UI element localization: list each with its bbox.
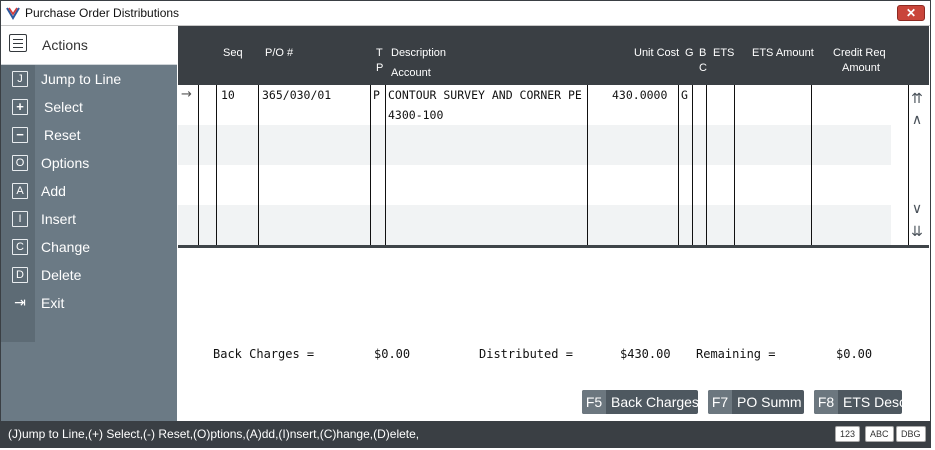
column-header-p: P (376, 62, 384, 74)
letter-i-icon: I (12, 211, 28, 227)
debug-mode-badge[interactable]: DBG (896, 426, 926, 442)
actions-header[interactable]: Actions (1, 26, 177, 65)
f5-back-charges-button[interactable]: F5 Back Charges (582, 390, 699, 414)
grid-row-band (178, 205, 891, 245)
sidebar-item-label: Select (44, 99, 83, 115)
f8-ets-desc-button[interactable]: F8 ETS Desc (814, 390, 906, 414)
window-title: Purchase Order Distributions (25, 6, 180, 20)
sidebar-item-add[interactable]: A Add (1, 178, 177, 206)
column-header-unit-cost: Unit Cost (634, 47, 680, 59)
column-header-credit-req: Credit Req (833, 47, 886, 59)
column-divider (734, 85, 735, 245)
sidebar-item-options[interactable]: O Options (1, 150, 177, 178)
column-divider (678, 85, 679, 245)
sidebar-item-jump-to-line[interactable]: J Jump to Line (1, 66, 177, 94)
column-header-account: Account (391, 67, 431, 79)
sidebar-item-reset[interactable]: − Reset (1, 122, 177, 150)
f7-button-label: PO Summ (737, 394, 802, 410)
f5-button-label: Back Charges (611, 394, 699, 410)
exit-icon: ⇥ (14, 294, 26, 310)
sidebar-item-label: Reset (44, 127, 81, 143)
numeric-mode-badge[interactable]: 123 (835, 426, 861, 442)
actions-sidebar: Actions J Jump to Line + Select − Reset … (1, 26, 177, 421)
remaining-value: $0.00 (836, 347, 873, 361)
back-charges-value: $0.00 (374, 347, 411, 361)
distributed-value: $430.00 (620, 347, 671, 361)
back-charges-label: Back Charges = (213, 347, 315, 361)
letter-a-icon: A (12, 183, 28, 199)
column-header-b: B (699, 47, 707, 59)
column-divider (385, 85, 386, 245)
column-header-ets: ETS (713, 47, 735, 59)
f8-button-label: ETS Desc (843, 394, 907, 410)
f8-key-label: F8 (814, 390, 838, 414)
column-divider (587, 85, 588, 245)
cell-unit-cost[interactable]: 430.0000 (612, 88, 667, 102)
cell-account[interactable]: 4300-100 (388, 108, 443, 122)
column-divider (908, 85, 909, 245)
column-header-seq: Seq (223, 47, 243, 59)
purchase-order-distributions-window: Purchase Order Distributions ✕ Actions J… (0, 0, 931, 448)
cell-description[interactable]: CONTOUR SURVEY AND CORNER PE (388, 88, 582, 102)
column-header-t: T (376, 47, 383, 59)
column-header-description: Description (391, 47, 447, 59)
remaining-label: Remaining = (696, 347, 776, 361)
status-hint: (J)ump to Line,(+) Select,(-) Reset,(O)p… (8, 427, 420, 441)
column-divider (258, 85, 259, 245)
column-header-po: P/O # (265, 47, 294, 59)
column-divider (370, 85, 371, 245)
letter-o-icon: O (12, 155, 28, 171)
sidebar-item-label: Exit (41, 295, 65, 311)
grid-row-band (178, 125, 891, 165)
sidebar-item-insert[interactable]: I Insert (1, 206, 177, 234)
column-divider (692, 85, 693, 245)
distributed-label: Distributed = (479, 347, 573, 361)
f7-po-summ-button[interactable]: F7 PO Summ (708, 390, 804, 414)
column-divider (706, 85, 707, 245)
grid-header: Seq P/O # T P Description Account Unit C… (178, 26, 929, 85)
column-divider (198, 85, 199, 245)
sidebar-item-label: Change (41, 239, 91, 255)
sidebar-item-label: Jump to Line (41, 71, 122, 87)
sidebar-item-select[interactable]: + Select (1, 94, 177, 122)
distributions-grid: Seq P/O # T P Description Account Unit C… (178, 26, 929, 248)
f7-key-label: F7 (708, 390, 732, 414)
cell-tp[interactable]: P (373, 88, 380, 102)
sidebar-item-exit[interactable]: ⇥ Exit (1, 290, 177, 318)
column-header-ets-amount: ETS Amount (752, 47, 814, 59)
scroll-up-icon[interactable]: ∧ (908, 110, 926, 128)
column-header-g: G (685, 47, 694, 59)
status-bar: (J)ump to Line,(+) Select,(-) Reset,(O)p… (1, 421, 930, 447)
letter-c-icon: C (12, 239, 28, 255)
scroll-top-icon[interactable]: ⇈ (908, 89, 926, 107)
app-logo-icon (6, 7, 20, 20)
cell-po[interactable]: 365/030/01 (262, 88, 331, 102)
column-header-c: C (699, 62, 707, 74)
scroll-down-icon[interactable]: ∨ (908, 199, 926, 217)
sidebar-item-label: Delete (41, 267, 82, 283)
plus-icon: + (12, 99, 28, 115)
sidebar-item-label: Options (41, 155, 90, 171)
letter-d-icon: D (12, 267, 28, 283)
letter-j-icon: J (12, 71, 28, 87)
sidebar-item-label: Add (41, 183, 66, 199)
f5-key-label: F5 (582, 390, 606, 414)
close-button[interactable]: ✕ (897, 5, 925, 21)
row-pointer-icon: → (181, 87, 192, 102)
title-bar: Purchase Order Distributions ✕ (1, 1, 930, 26)
sidebar-item-change[interactable]: C Change (1, 234, 177, 262)
grid-bottom-border (178, 245, 929, 248)
column-divider (216, 85, 217, 245)
column-divider (811, 85, 812, 245)
column-header-amount: Amount (842, 62, 880, 74)
caps-mode-badge[interactable]: ABC (865, 426, 894, 442)
scroll-bottom-icon[interactable]: ⇊ (908, 222, 926, 240)
sidebar-item-label: Insert (41, 211, 77, 227)
minus-icon: − (12, 127, 28, 143)
hamburger-menu-icon (9, 34, 27, 52)
cell-g[interactable]: G (681, 88, 688, 102)
sidebar-item-delete[interactable]: D Delete (1, 262, 177, 290)
actions-header-label: Actions (42, 37, 88, 53)
cell-seq[interactable]: 10 (221, 88, 235, 102)
